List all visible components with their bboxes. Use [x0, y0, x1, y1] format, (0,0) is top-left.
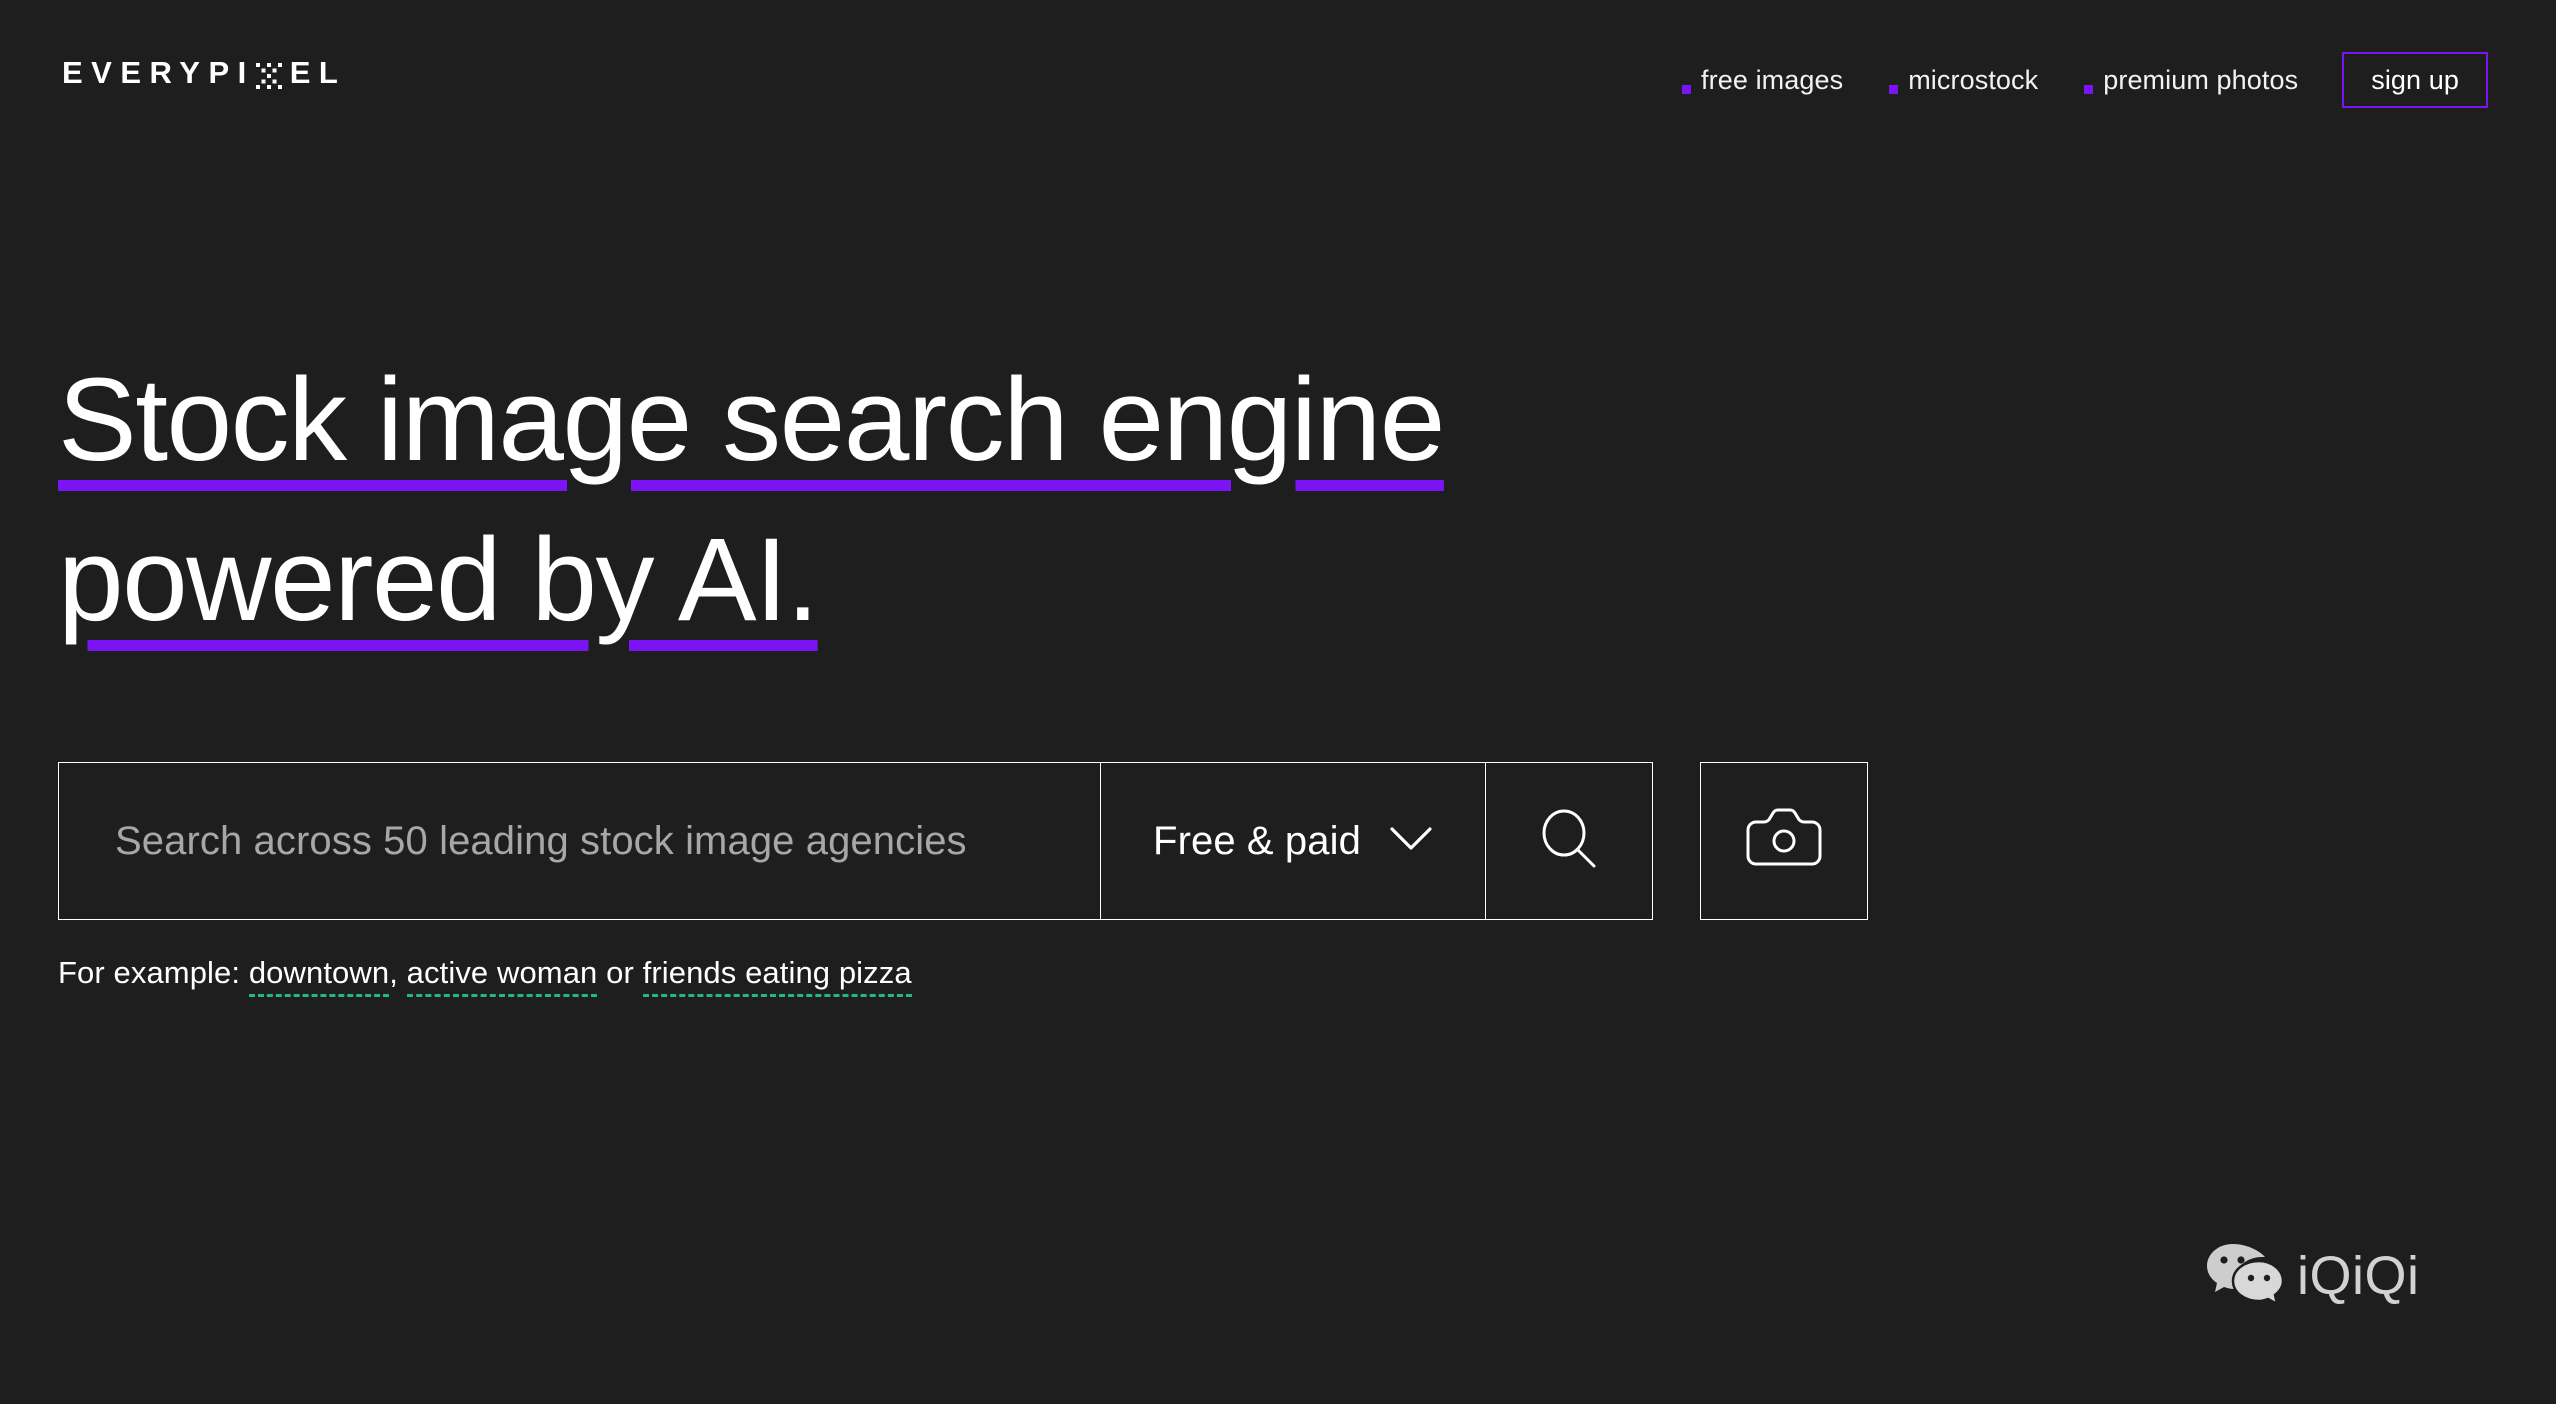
example-comma: , [389, 955, 398, 990]
nav-label: microstock [1908, 64, 2039, 95]
bullet-square-icon [1682, 84, 1692, 94]
camera-icon [1744, 808, 1824, 875]
example-queries: For example: downtown, active woman or f… [58, 955, 912, 997]
headline-line-1: Stock image search engine [58, 354, 1445, 486]
search-submit-button[interactable] [1485, 762, 1653, 920]
example-link-friends-eating-pizza[interactable]: friends eating pizza [642, 955, 912, 997]
page-title: Stock image search engine powered by AI. [58, 340, 1818, 660]
wechat-bubbles-icon [2205, 1240, 2285, 1311]
image-search-button[interactable] [1700, 762, 1868, 920]
bullet-square-icon [1889, 84, 1899, 94]
sign-up-button[interactable]: sign up [2342, 52, 2488, 108]
logo-text-after: EL [289, 54, 347, 90]
hero-section: Stock image search engine powered by AI. [58, 340, 2058, 660]
nav-item-free-images[interactable]: free images [1682, 65, 1843, 96]
logo-text-before: EVERYPI [62, 54, 255, 90]
example-link-downtown[interactable]: downtown [248, 955, 390, 997]
logo-x-dot-icon [255, 62, 283, 90]
site-logo[interactable]: EVERYPI EL [62, 52, 346, 92]
example-prefix: For example: [58, 955, 241, 990]
example-or: or [606, 955, 634, 990]
example-link-active-woman[interactable]: active woman [406, 955, 598, 997]
search-icon [1538, 808, 1600, 875]
search-bar: Free & paid [58, 762, 1868, 920]
nav-label: free images [1701, 64, 1844, 95]
nav-item-premium-photos[interactable]: premium photos [2084, 65, 2298, 96]
page-header: EVERYPI EL free images microstock premiu… [0, 0, 2556, 150]
nav-item-microstock[interactable]: microstock [1889, 65, 2038, 96]
search-input-wrapper[interactable] [58, 762, 1100, 920]
watermark: iQiQi [2205, 1240, 2420, 1311]
watermark-text: iQiQi [2297, 1245, 2420, 1306]
nav-label: premium photos [2103, 64, 2299, 95]
chevron-down-icon [1389, 826, 1433, 857]
main-navigation: free images microstock premium photos si… [1636, 52, 2488, 108]
search-input[interactable] [115, 763, 1044, 919]
license-filter-label: Free & paid [1153, 818, 1361, 863]
headline-line-2: powered by AI. [58, 514, 819, 646]
license-filter-dropdown[interactable]: Free & paid [1100, 762, 1485, 920]
bullet-square-icon [2084, 84, 2094, 94]
